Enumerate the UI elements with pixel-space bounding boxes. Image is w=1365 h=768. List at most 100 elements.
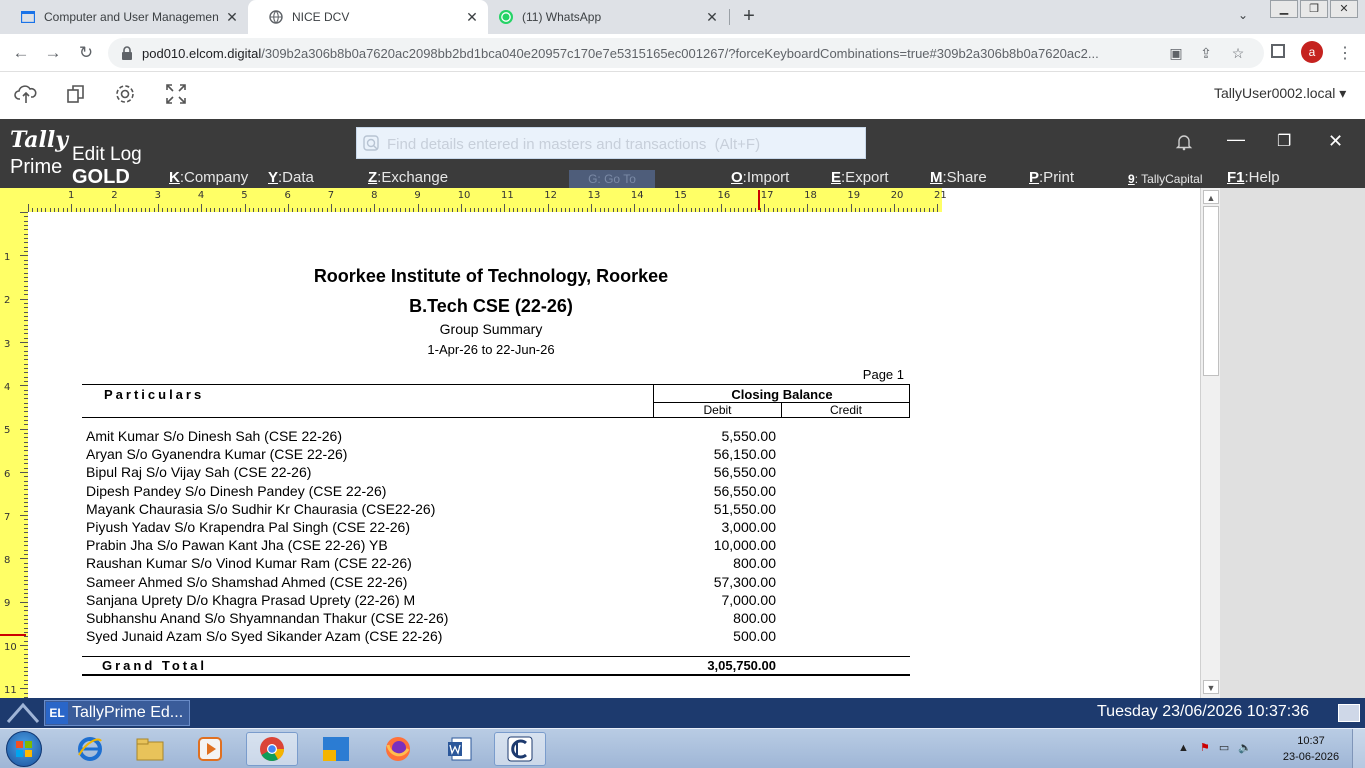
volume-icon[interactable]: 🔈 xyxy=(1238,742,1252,754)
table-row[interactable]: Sameer Ahmed S/o Shamshad Ahmed (CSE 22-… xyxy=(82,574,910,592)
close-window-button[interactable]: ✕ xyxy=(1330,0,1358,18)
tray-expand-icon[interactable]: ▲ xyxy=(1178,742,1189,754)
save-page-icon[interactable]: ▣ xyxy=(1168,45,1184,61)
remote-start-icon[interactable] xyxy=(6,702,40,724)
vertical-scrollbar[interactable]: ▲ ▼ xyxy=(1200,188,1220,698)
tally-search-input[interactable] xyxy=(387,134,857,154)
gear-icon[interactable] xyxy=(113,82,137,106)
windows-start-button[interactable] xyxy=(6,731,42,767)
close-tab-icon[interactable]: ✕ xyxy=(224,9,240,25)
table-row[interactable]: Raushan Kumar S/o Vinod Kumar Ram (CSE 2… xyxy=(82,555,910,573)
table-row[interactable]: Piyush Yadav S/o Krapendra Pal Singh (CS… xyxy=(82,519,910,537)
firefox-icon[interactable] xyxy=(372,732,424,766)
ruler-label: 9 xyxy=(414,190,421,201)
browser-toolbar: ← → ↻ pod010.elcom.digital/309b2a306b8b0… xyxy=(0,34,1365,72)
ledger-debit: 3,000.00 xyxy=(721,519,777,535)
tab-computer-user-management[interactable]: Computer and User Managemen ✕ xyxy=(0,0,248,34)
tiles-app-icon[interactable] xyxy=(310,732,362,766)
chrome-icon[interactable] xyxy=(246,732,298,766)
scroll-down-icon[interactable]: ▼ xyxy=(1203,680,1219,694)
monitor-icon[interactable] xyxy=(1338,704,1360,722)
taskbar-clock[interactable]: 10:37 23-06-2026 xyxy=(1280,733,1342,765)
share-icon[interactable]: ⇪ xyxy=(1198,45,1214,61)
credit-header: Credit xyxy=(782,402,910,418)
close-tab-icon[interactable]: ✕ xyxy=(464,9,480,25)
new-tab-button[interactable]: + xyxy=(738,5,760,27)
ledger-name: Mayank Chaurasia S/o Sudhir Kr Chaurasia… xyxy=(86,500,436,517)
tallyprime-task-button[interactable]: EL TallyPrime Ed... xyxy=(44,700,190,726)
tally-restore-button[interactable]: ❐ xyxy=(1277,131,1291,151)
reload-icon[interactable]: ↻ xyxy=(75,42,97,64)
ledger-name: Aryan S/o Gyanendra Kumar (CSE 22-26) xyxy=(86,446,348,463)
upload-cloud-icon[interactable] xyxy=(14,82,38,106)
fullscreen-icon[interactable] xyxy=(164,82,188,106)
ledger-debit: 56,550.00 xyxy=(713,482,776,499)
display-icon[interactable]: ▭ xyxy=(1219,742,1229,754)
ruler-label: 8 xyxy=(371,190,378,201)
ruler-label: 10 xyxy=(457,190,471,201)
table-row[interactable]: Aryan S/o Gyanendra Kumar (CSE 22-26) 56,… xyxy=(82,446,910,464)
page-number: Page 1 xyxy=(862,367,904,382)
ruler-label: 7 xyxy=(4,511,11,523)
tally-top-bar: Tally Prime Edit Log GOLD K:Company Y:Da… xyxy=(0,119,1365,188)
minimize-window-button[interactable]: ▁ xyxy=(1270,0,1298,18)
menu-exchange[interactable]: Z:Exchange xyxy=(368,169,448,186)
close-tab-icon[interactable]: ✕ xyxy=(704,9,720,25)
ruler-label: 19 xyxy=(847,190,861,201)
menu-goto[interactable]: G: Go To xyxy=(569,170,655,188)
table-row[interactable]: Syed Junaid Azam S/o Syed Sikander Azam … xyxy=(82,628,910,646)
taskbar-time: 10:37 xyxy=(1297,735,1325,747)
tab-whatsapp[interactable]: (11) WhatsApp ✕ xyxy=(488,0,728,34)
menu-data[interactable]: Y:Data xyxy=(268,169,314,186)
table-row[interactable]: Dipesh Pandey S/o Dinesh Pandey (CSE 22-… xyxy=(82,483,910,501)
tally-icon[interactable] xyxy=(494,732,546,766)
side-panel-icon[interactable] xyxy=(1271,44,1285,58)
scroll-up-icon[interactable]: ▲ xyxy=(1203,190,1219,204)
menu-tallycapital[interactable]: 9: TallyCapital xyxy=(1128,172,1203,186)
browser-menu-icon[interactable]: ⋮ xyxy=(1337,43,1353,63)
file-explorer-icon[interactable] xyxy=(124,732,176,766)
tab-search-chevron-icon[interactable]: ⌄ xyxy=(1238,8,1248,22)
ledger-debit: 500.00 xyxy=(733,628,776,645)
table-row[interactable]: Subhanshu Anand S/o Shyamnandan Thakur (… xyxy=(82,610,910,628)
scroll-thumb[interactable] xyxy=(1203,206,1219,376)
tally-minimize-button[interactable]: — xyxy=(1227,129,1245,150)
word-icon[interactable] xyxy=(434,732,486,766)
internet-explorer-icon[interactable] xyxy=(64,732,116,766)
menu-share[interactable]: M:Share xyxy=(930,169,987,186)
tab-separator xyxy=(729,9,730,25)
dcv-user-menu[interactable]: TallyUser0002.local ▾ xyxy=(1214,85,1346,102)
ledger-name: Prabin Jha S/o Pawan Kant Jha (CSE 22-26… xyxy=(86,537,388,554)
tally-close-button[interactable]: ✕ xyxy=(1328,131,1343,152)
vertical-ruler: 1 2 3 4 5 6 7 8 9 10 11 xyxy=(0,212,28,698)
menu-export[interactable]: E:Export xyxy=(831,169,889,186)
ledger-debit: 51,550.00 xyxy=(713,500,776,517)
menu-help[interactable]: F1:Help xyxy=(1227,169,1280,186)
copy-icon[interactable] xyxy=(64,82,88,106)
back-arrow-icon[interactable]: ← xyxy=(10,42,32,64)
table-row[interactable]: Mayank Chaurasia S/o Sudhir Kr Chaurasia… xyxy=(82,501,910,519)
notification-bell-icon[interactable] xyxy=(1175,133,1193,156)
table-row[interactable]: Sanjana Uprety D/o Khagra Prasad Uprety … xyxy=(82,592,910,610)
url-text: pod010.elcom.digital/309b2a306b8b0a7620a… xyxy=(142,46,1099,61)
menu-print[interactable]: P:Print xyxy=(1029,169,1074,186)
media-player-icon[interactable] xyxy=(184,732,236,766)
table-row[interactable]: Amit Kumar S/o Dinesh Sah (CSE 22-26) 5,5… xyxy=(82,428,910,446)
whatsapp-icon xyxy=(498,9,514,25)
forward-arrow-icon[interactable]: → xyxy=(42,42,64,64)
menu-company[interactable]: K:Company xyxy=(169,169,248,186)
ledger-name: Subhanshu Anand S/o Shyamnandan Thakur (… xyxy=(86,610,449,626)
menu-import[interactable]: O:Import xyxy=(731,169,789,186)
show-desktop-button[interactable] xyxy=(1352,729,1365,768)
network-warning-icon[interactable]: ⚑ xyxy=(1200,742,1210,754)
remote-status-bar: EL TallyPrime Ed... Tuesday 23/06/2026 10… xyxy=(0,698,1365,728)
address-bar[interactable]: pod010.elcom.digital/309b2a306b8b0a7620a… xyxy=(108,38,1264,68)
tab-nice-dcv[interactable]: NICE DCV ✕ xyxy=(248,0,488,34)
profile-avatar[interactable]: a xyxy=(1301,41,1323,63)
tally-search-box[interactable] xyxy=(356,127,866,159)
table-row[interactable]: Bipul Raj S/o Vijay Sah (CSE 22-26) 56,55… xyxy=(82,464,910,482)
bookmark-star-icon[interactable]: ☆ xyxy=(1230,45,1246,61)
table-row[interactable]: Prabin Jha S/o Pawan Kant Jha (CSE 22-26… xyxy=(82,537,910,555)
ruler-label: 18 xyxy=(804,190,817,201)
restore-window-button[interactable]: ❐ xyxy=(1300,0,1328,18)
